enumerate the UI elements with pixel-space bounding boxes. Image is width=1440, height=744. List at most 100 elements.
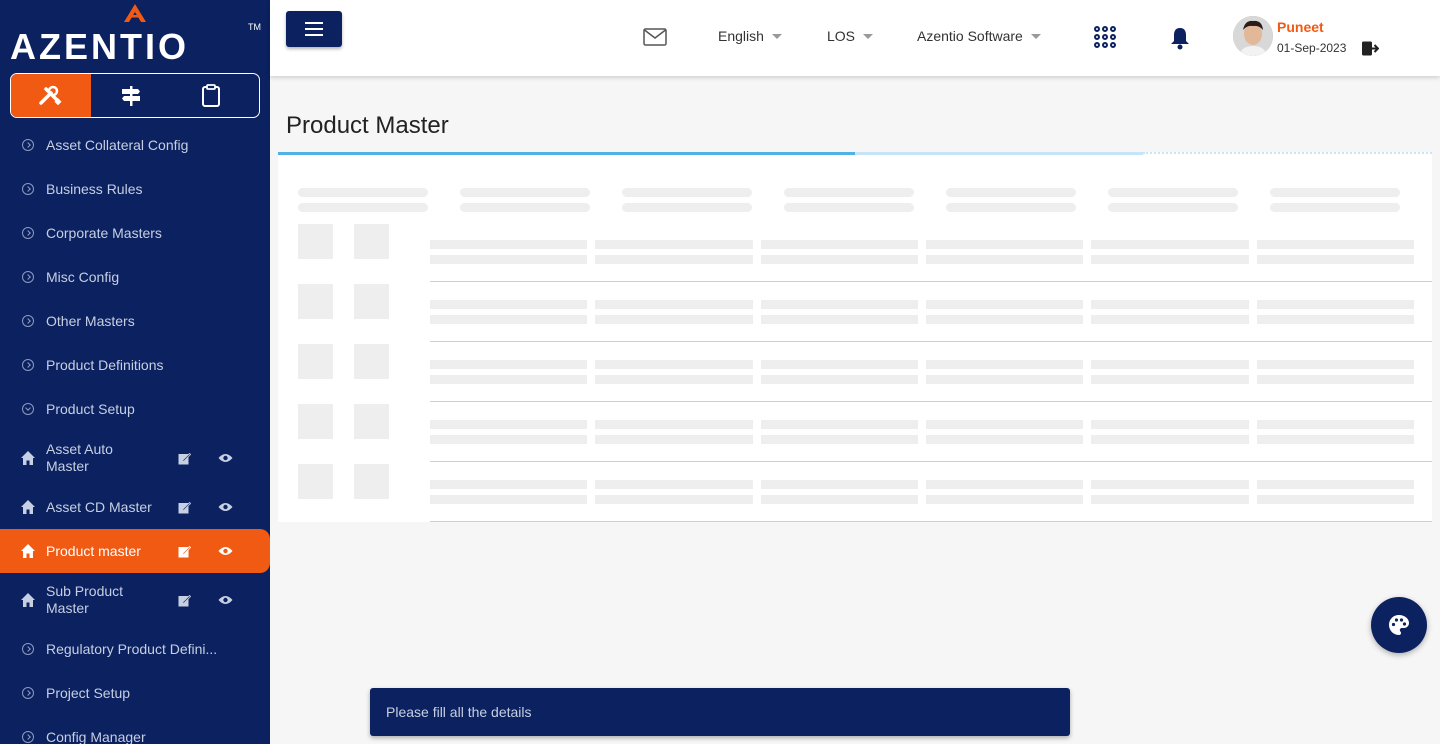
skeleton-cell [430,375,587,384]
sidebar-item-product-definitions[interactable]: Product Definitions [0,343,270,387]
sidebar-item-label: Other Masters [46,312,135,329]
azentio-logo: AZENTIO TM [10,4,262,67]
chevron-right-icon [22,687,34,699]
skeleton-cell [430,300,587,309]
eye-icon[interactable] [218,546,233,556]
skeleton-checkbox [298,224,333,259]
eye-icon[interactable] [218,502,233,512]
sidebar-item-label: Sub Product Master [46,583,124,616]
apps-grid-icon[interactable] [1094,26,1116,48]
skeleton-cell [430,255,587,264]
skeleton-cell [1091,435,1249,444]
chevron-right-icon [22,183,34,195]
sidebar-item-project-setup[interactable]: Project Setup [0,671,270,715]
tools-tab[interactable] [11,74,91,117]
brand-name: AZENTIO [10,26,189,67]
sidebar-item-asset-auto-master[interactable]: Asset Auto Master [0,431,270,485]
top-bar: English LOS Azentio Software Puneet 01-S… [270,0,1440,76]
skeleton-cell [1091,240,1249,249]
skeleton-header [1108,203,1238,212]
sidebar-item-business-rules[interactable]: Business Rules [0,167,270,211]
chevron-right-icon [22,359,34,371]
skeleton-cell [926,360,1083,369]
sidebar-item-corporate-masters[interactable]: Corporate Masters [0,211,270,255]
avatar[interactable] [1233,16,1273,56]
company-value: Azentio Software [917,28,1023,44]
table-row-divider [430,521,1432,522]
home-icon [21,451,35,465]
sidebar-item-misc-config[interactable]: Misc Config [0,255,270,299]
eye-icon[interactable] [218,595,233,605]
skeleton-cell [595,435,753,444]
skeleton-cell [430,420,587,429]
sidebar-item-other-masters[interactable]: Other Masters [0,299,270,343]
toast-message: Please fill all the details [386,704,532,720]
notification-bell-icon[interactable] [1169,26,1191,50]
skeleton-header [1270,203,1400,212]
edit-icon[interactable] [178,452,191,465]
skeleton-cell [1257,315,1414,324]
skeleton-cell [761,255,918,264]
skeleton-header [946,188,1076,197]
sidebar-item-label: Project Setup [46,684,131,701]
chevron-right-icon [22,139,34,151]
loading-progress-buffer [855,152,1143,155]
skeleton-cell [926,420,1083,429]
skeleton-cell [1257,435,1414,444]
sidebar-item-label: Misc Config [46,268,120,285]
eye-icon[interactable] [218,453,233,463]
skeleton-cell [926,255,1083,264]
sidebar-item-label: Corporate Masters [46,224,162,241]
skeleton-cell [926,240,1083,249]
language-select[interactable]: English [718,28,782,44]
sidebar-item-regulatory-product-definition[interactable]: Regulatory Product Defini... [0,627,270,671]
skeleton-header [784,203,914,212]
sidebar-item-product-setup[interactable]: Product Setup [0,387,270,431]
skeleton-header [622,188,752,197]
module-select[interactable]: LOS [827,28,874,44]
skeleton-cell [430,495,587,504]
menu-toggle-button[interactable] [286,11,342,47]
clipboard-tab[interactable] [171,74,251,117]
skeleton-cell [761,435,918,444]
skeleton-cell [1257,255,1414,264]
sidebar-item-product-master[interactable]: Product master [0,529,270,573]
sidebar-item-config-manager[interactable]: Config Manager [0,715,270,744]
chevron-right-icon [22,731,34,743]
company-select[interactable]: Azentio Software [917,28,1041,44]
sidebar-item-label: Asset Collateral Config [46,136,189,153]
skeleton-cell [761,480,918,489]
page-title: Product Master [286,112,449,139]
sidebar-item-asset-collateral-config[interactable]: Asset Collateral Config [0,123,270,167]
sidebar: AZENTIO TM Asset Collateral Config Busin… [0,0,270,744]
chevron-right-icon [22,315,34,327]
logout-icon[interactable] [1362,41,1379,56]
sidebar-item-sub-product-master[interactable]: Sub Product Master [0,573,270,627]
skeleton-cell [595,480,753,489]
sidebar-item-label: Asset CD Master [46,498,152,515]
edit-icon[interactable] [178,545,191,558]
skeleton-cell [926,495,1083,504]
signpost-icon [122,85,140,106]
skeleton-cell [1257,495,1414,504]
chevron-right-icon [22,643,34,655]
signpost-tab[interactable] [91,74,171,117]
home-icon [21,544,35,558]
user-photo-icon [1233,16,1273,56]
mail-icon[interactable] [643,28,667,46]
sidebar-item-asset-cd-master[interactable]: Asset CD Master [0,485,270,529]
skeleton-header [1108,188,1238,197]
skeleton-checkbox [354,344,389,379]
table-row-divider [430,341,1432,342]
skeleton-cell [430,360,587,369]
sidebar-item-label: Config Manager [46,728,146,744]
skeleton-cell [761,375,918,384]
skeleton-cell [926,315,1083,324]
clipboard-icon [202,83,220,107]
edit-icon[interactable] [178,594,191,607]
theme-palette-button[interactable] [1371,597,1427,653]
edit-icon[interactable] [178,501,191,514]
skeleton-header [298,188,428,197]
skeleton-checkbox [354,284,389,319]
sidebar-item-label: Asset Auto Master [46,441,113,474]
